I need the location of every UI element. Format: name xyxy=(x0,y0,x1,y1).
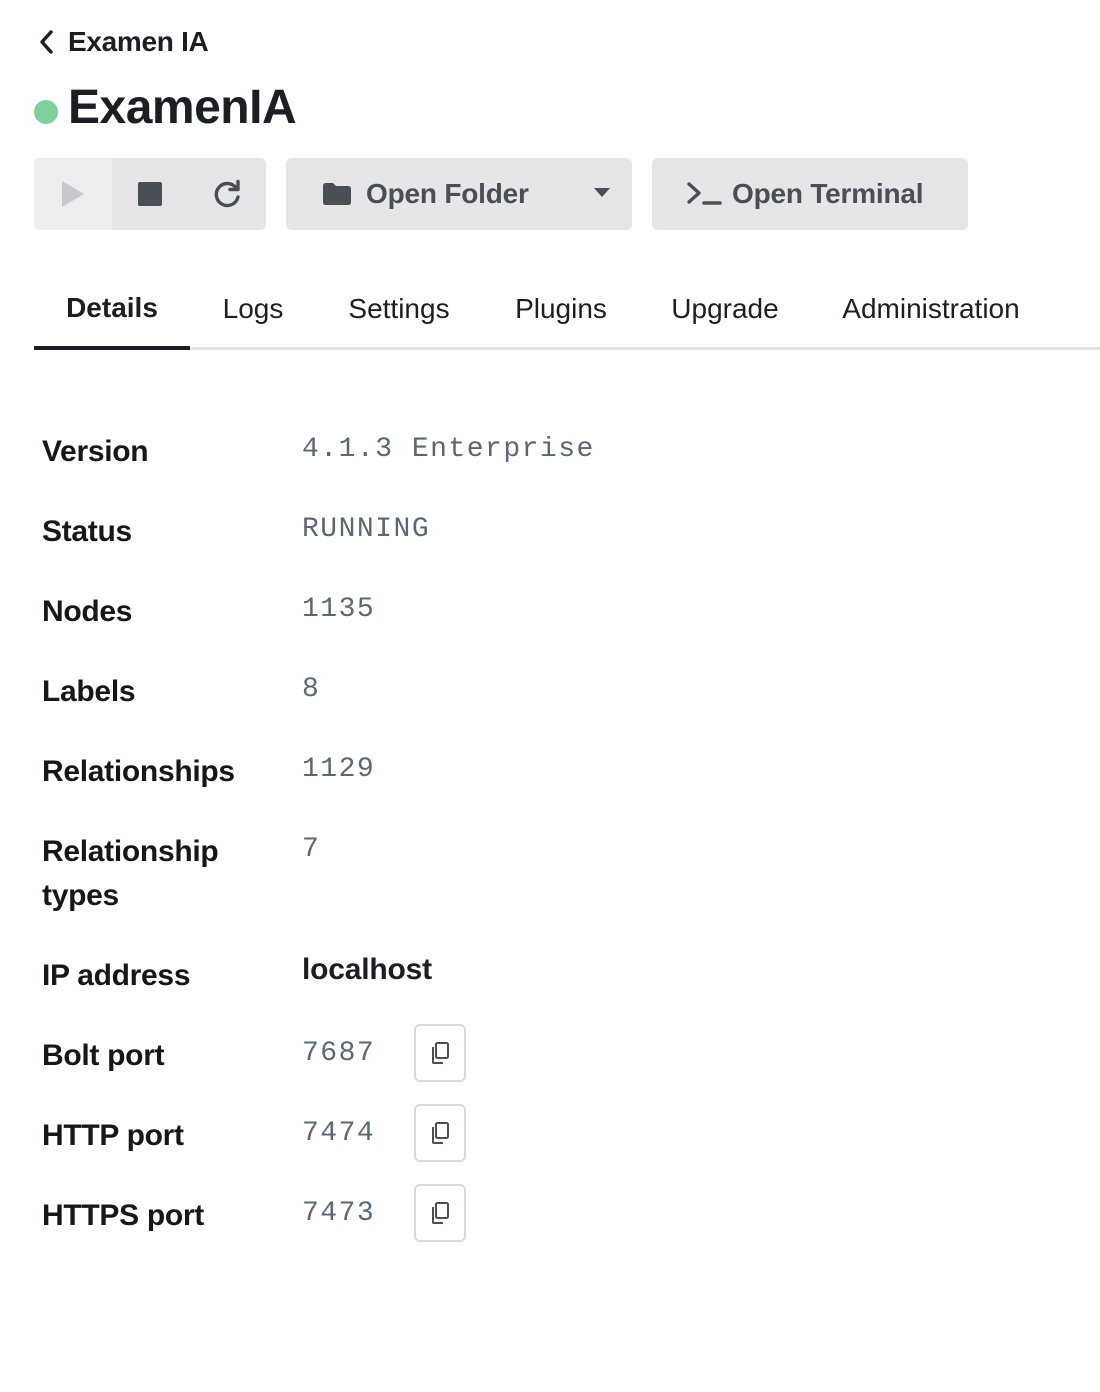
version-value: 4.1.3 Enterprise xyxy=(302,434,595,465)
open-folder-button[interactable]: Open Folder xyxy=(286,158,632,230)
copy-icon xyxy=(432,1202,449,1224)
open-folder-label: Open Folder xyxy=(366,178,529,209)
https-port-value: 7473 xyxy=(302,1198,376,1229)
back-link-label: Examen IA xyxy=(68,26,209,57)
bolt-port-label: Bolt port xyxy=(42,1039,165,1072)
tab-plugins[interactable]: Plugins xyxy=(496,270,626,347)
tab-bar: Details Logs Settings Plugins Upgrade Ad… xyxy=(34,270,1100,350)
copy-icon xyxy=(432,1122,449,1144)
page-title: ExamenIA xyxy=(68,80,297,134)
version-label: Version xyxy=(42,435,149,468)
restart-button[interactable] xyxy=(188,158,266,230)
status-indicator-dot xyxy=(34,100,58,124)
copy-bolt-port-button[interactable] xyxy=(414,1024,466,1082)
http-port-label: HTTP port xyxy=(42,1119,184,1152)
tab-logs[interactable]: Logs xyxy=(200,270,306,347)
copy-https-port-button[interactable] xyxy=(414,1184,466,1242)
status-value: RUNNING xyxy=(302,514,431,545)
status-label: Status xyxy=(42,515,132,548)
open-terminal-button[interactable]: Open Terminal xyxy=(652,158,968,230)
folder-icon xyxy=(323,183,351,205)
https-port-label: HTTPS port xyxy=(42,1199,204,1232)
start-button[interactable] xyxy=(34,158,112,230)
relationships-value: 1129 xyxy=(302,754,376,785)
labels-label: Labels xyxy=(42,675,136,708)
tab-administration[interactable]: Administration xyxy=(826,270,1036,347)
control-button-group xyxy=(34,158,266,230)
tab-settings[interactable]: Settings xyxy=(328,270,470,347)
nodes-label: Nodes xyxy=(42,595,133,628)
back-link[interactable]: Examen IA xyxy=(38,24,209,60)
relationships-label: Relationships xyxy=(42,755,235,788)
relationship-types-label: Relationship types xyxy=(42,835,219,912)
page-header: ExamenIA xyxy=(34,76,297,138)
http-port-value: 7474 xyxy=(302,1118,376,1149)
copy-http-port-button[interactable] xyxy=(414,1104,466,1162)
ip-address-label: IP address xyxy=(42,959,191,992)
play-icon xyxy=(62,181,84,207)
tab-upgrade[interactable]: Upgrade xyxy=(654,270,796,347)
stop-button[interactable] xyxy=(112,158,188,230)
relationship-types-value: 7 xyxy=(302,834,321,865)
chevron-left-icon xyxy=(40,30,53,54)
bolt-port-value: 7687 xyxy=(302,1038,376,1069)
nodes-value: 1135 xyxy=(302,594,376,625)
ip-address-value: localhost xyxy=(302,953,432,986)
labels-value: 8 xyxy=(302,674,321,705)
restart-icon xyxy=(214,179,240,208)
open-terminal-label: Open Terminal xyxy=(732,178,924,209)
copy-icon xyxy=(432,1042,449,1064)
tab-details[interactable]: Details xyxy=(34,270,190,350)
chevron-down-icon[interactable] xyxy=(594,188,610,197)
terminal-icon xyxy=(687,182,722,205)
stop-icon xyxy=(138,182,162,206)
